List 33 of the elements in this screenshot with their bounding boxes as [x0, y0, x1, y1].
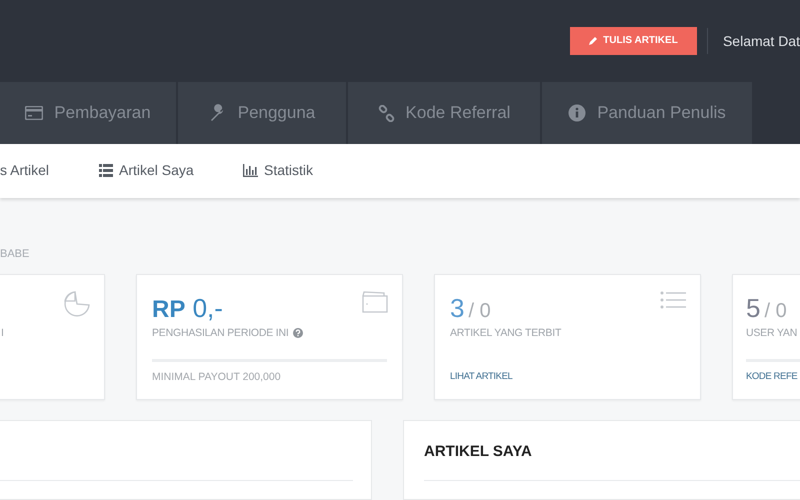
nav-tab[interactable]: Pengguna — [178, 82, 346, 144]
pie-chart-icon — [64, 291, 90, 317]
help-icon[interactable] — [292, 328, 303, 338]
list-icon — [660, 291, 686, 309]
stat-label: ARTIKEL YANG TERBIT — [450, 327, 562, 339]
nav-tab[interactable]: Panduan Penulis — [542, 82, 752, 144]
subnav-link[interactable]: s Artikel — [0, 162, 50, 178]
subnav-link[interactable]: Statistik — [243, 162, 314, 178]
stat-value: 5 — [746, 293, 760, 323]
stat-value: 3 — [450, 293, 464, 323]
stat-total: / 0 — [764, 300, 787, 322]
subnav-link[interactable]: Artikel Saya — [99, 162, 194, 178]
stat-label: PENGHASILAN PERIODE INI — [152, 327, 289, 339]
write-article-button[interactable]: TULIS ARTIKEL — [570, 26, 697, 54]
link-icon — [378, 104, 395, 122]
nav-tab[interactable]: Kode Referral — [348, 82, 540, 144]
wallet-icon — [362, 291, 388, 313]
section-label: BABE — [0, 248, 30, 262]
stat-label: USER YAN — [746, 327, 798, 339]
stat-total: / 0 — [468, 300, 491, 322]
list-icon — [99, 164, 113, 176]
stat-value: RP 0,- — [152, 293, 223, 323]
greeting-text: Selamat Dat — [722, 33, 800, 49]
card-link[interactable]: LIHAT ARTIKEL — [450, 371, 512, 382]
payout-note: MINIMAL PAYOUT 200,000 — [152, 371, 282, 383]
info-icon — [568, 104, 586, 122]
nav-tab[interactable]: Pembayaran — [0, 82, 176, 144]
credit-card-icon — [25, 106, 44, 120]
bar-chart-icon — [243, 164, 258, 176]
card-link[interactable]: KODE REFE — [746, 371, 798, 382]
panel-title: ARTIKEL SAYA — [424, 443, 533, 462]
pencil-icon — [589, 36, 598, 45]
stat-label: I — [1, 327, 4, 339]
